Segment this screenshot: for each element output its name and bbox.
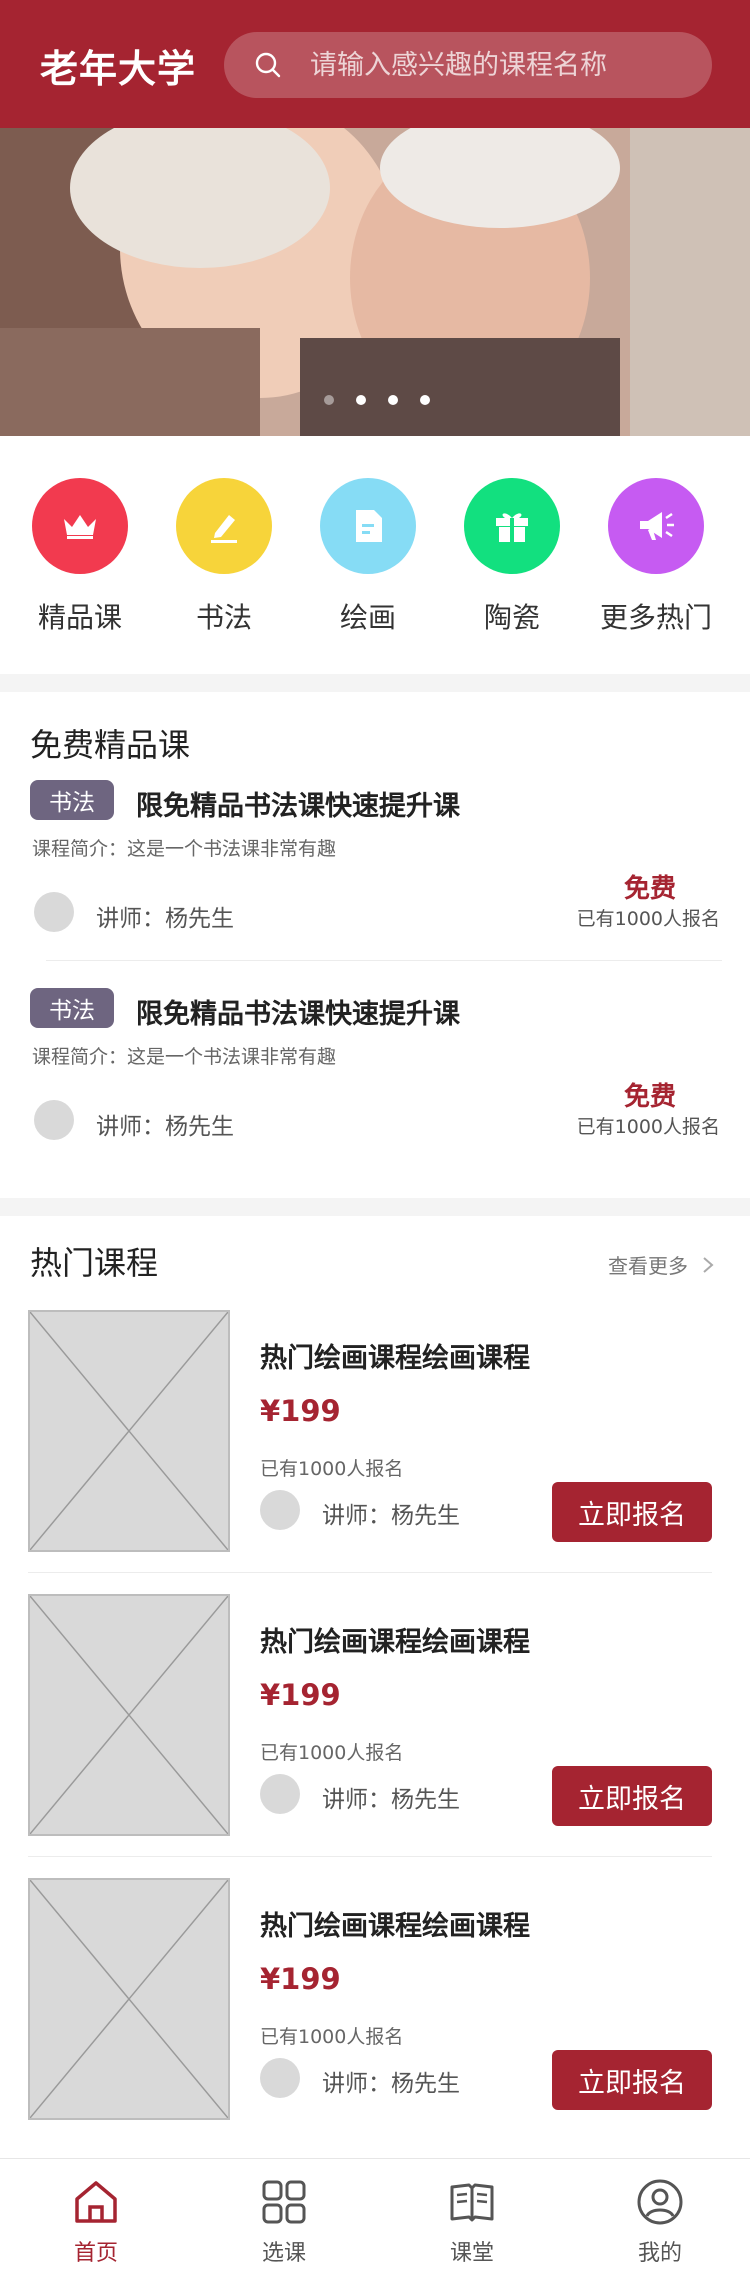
category-circle — [608, 478, 704, 574]
avatar — [260, 1490, 300, 1530]
banner-carousel[interactable] — [0, 128, 750, 436]
enrolled-count: 已有1000人报名 — [260, 1742, 404, 1764]
tab-home[interactable]: 首页 — [36, 2177, 156, 2267]
free-course-item[interactable]: 书法 限免精品书法课快速提升课 课程简介：这是一个书法课非常有趣 讲师：杨先生 … — [0, 780, 750, 980]
app-logo: 老年大学 — [40, 47, 197, 91]
carousel-dot[interactable] — [388, 395, 398, 405]
course-thumbnail-placeholder[interactable] — [28, 1310, 230, 1552]
course-title[interactable]: 限免精品书法课快速提升课 — [136, 784, 460, 823]
course-title[interactable]: 限免精品书法课快速提升课 — [136, 992, 460, 1031]
teacher-name: 讲师：杨先生 — [96, 906, 234, 932]
category-more[interactable]: 更多热门 — [584, 478, 728, 636]
tab-label: 选课 — [261, 2241, 306, 2266]
enrolled-count: 已有1000人报名 — [576, 1116, 720, 1138]
megaphone-icon — [640, 512, 674, 540]
category-label: 精品课 — [37, 601, 122, 634]
carousel-dot[interactable] — [420, 395, 430, 405]
divider — [46, 960, 722, 961]
hot-course-item[interactable]: 热门绘画课程绘画课程 ¥199 已有1000人报名 讲师：杨先生 立即报名 — [0, 1594, 750, 1878]
category-label: 更多热门 — [599, 601, 712, 634]
user-icon — [637, 2179, 683, 2225]
category-painting[interactable]: 绘画 — [296, 478, 440, 636]
category-calligraphy[interactable]: 书法 — [152, 478, 296, 636]
view-more-link[interactable]: 查看更多 — [608, 1250, 714, 1279]
divider — [28, 1572, 712, 1573]
category-circle — [32, 478, 128, 574]
section-title: 免费精品课 — [30, 726, 191, 764]
enrolled-count: 已有1000人报名 — [260, 1458, 404, 1480]
course-thumbnail-placeholder[interactable] — [28, 1594, 230, 1836]
divider — [28, 1856, 712, 1857]
teacher-name: 讲师：杨先生 — [96, 1114, 234, 1140]
enroll-button[interactable]: 立即报名 — [552, 2050, 712, 2110]
course-title[interactable]: 热门绘画课程绘画课程 — [260, 1904, 530, 1943]
search-icon — [255, 52, 281, 78]
search-input[interactable] — [310, 32, 690, 98]
home-icon — [75, 2181, 117, 2223]
category-premium[interactable]: 精品课 — [8, 478, 152, 636]
category-label: 绘画 — [339, 601, 396, 634]
category-grid: 精品课 书法 绘画 陶瓷 更多热门 — [0, 436, 750, 674]
course-tag: 书法 — [30, 988, 114, 1028]
banner-photo — [0, 128, 750, 436]
tab-label: 首页 — [73, 2241, 118, 2266]
free-courses-section: 免费精品课 书法 限免精品书法课快速提升课 课程简介：这是一个书法课非常有趣 讲… — [0, 692, 750, 1198]
tab-label: 课堂 — [449, 2241, 494, 2266]
course-tag: 书法 — [30, 780, 114, 820]
bottom-tab-bar: 首页 选课 课堂 我的 — [0, 2158, 750, 2278]
chevron-right-icon — [703, 1256, 714, 1273]
free-course-item[interactable]: 书法 限免精品书法课快速提升课 课程简介：这是一个书法课非常有趣 讲师：杨先生 … — [0, 988, 750, 1188]
category-circle — [176, 478, 272, 574]
course-price: 免费 — [623, 1082, 676, 1112]
crown-icon — [64, 515, 96, 539]
carousel-dots — [324, 395, 430, 405]
category-label: 书法 — [195, 601, 252, 634]
section-divider — [0, 674, 750, 692]
course-title[interactable]: 热门绘画课程绘画课程 — [260, 1336, 530, 1375]
view-more-label: 查看更多 — [608, 1254, 688, 1278]
tab-classroom[interactable]: 课堂 — [412, 2177, 532, 2267]
book-icon — [450, 2183, 494, 2222]
enroll-button[interactable]: 立即报名 — [552, 1766, 712, 1826]
course-price: 免费 — [623, 874, 676, 904]
teacher-name: 讲师：杨先生 — [322, 1787, 460, 1813]
grid-icon — [262, 2180, 306, 2224]
category-circle — [320, 478, 416, 574]
gift-icon — [496, 513, 528, 542]
section-title: 热门课程 — [30, 1244, 159, 1282]
course-title[interactable]: 热门绘画课程绘画课程 — [260, 1620, 530, 1659]
search-bar[interactable] — [224, 32, 712, 98]
avatar — [260, 2058, 300, 2098]
section-divider — [0, 1198, 750, 1216]
enrolled-count: 已有1000人报名 — [576, 908, 720, 930]
document-icon — [356, 510, 382, 542]
hot-course-item[interactable]: 热门绘画课程绘画课程 ¥199 已有1000人报名 讲师：杨先生 立即报名 — [0, 1878, 750, 2162]
avatar — [260, 1774, 300, 1814]
teacher-name: 讲师：杨先生 — [322, 2071, 460, 2097]
category-ceramics[interactable]: 陶瓷 — [440, 478, 584, 636]
avatar — [34, 892, 74, 932]
course-price: ¥199 — [260, 1678, 341, 1712]
carousel-dot[interactable] — [324, 395, 334, 405]
tab-courses[interactable]: 选课 — [224, 2177, 344, 2267]
course-desc: 课程简介：这是一个书法课非常有趣 — [32, 838, 337, 860]
hot-courses-section: 热门课程 查看更多 热门绘画课程绘画课程 ¥199 已有1000人报名 讲师：杨… — [0, 1216, 750, 2158]
course-thumbnail-placeholder[interactable] — [28, 1878, 230, 2120]
category-circle — [464, 478, 560, 574]
tab-profile[interactable]: 我的 — [600, 2177, 720, 2267]
category-label: 陶瓷 — [483, 601, 540, 634]
course-price: ¥199 — [260, 1962, 341, 1996]
carousel-dot-active[interactable] — [356, 395, 366, 405]
pen-icon — [211, 515, 237, 543]
hot-course-item[interactable]: 热门绘画课程绘画课程 ¥199 已有1000人报名 讲师：杨先生 立即报名 — [0, 1310, 750, 1594]
avatar — [34, 1100, 74, 1140]
enroll-button[interactable]: 立即报名 — [552, 1482, 712, 1542]
enrolled-count: 已有1000人报名 — [260, 2026, 404, 2048]
course-price: ¥199 — [260, 1394, 341, 1428]
app-header: 老年大学 — [0, 0, 750, 128]
course-desc: 课程简介：这是一个书法课非常有趣 — [32, 1046, 337, 1068]
teacher-name: 讲师：杨先生 — [322, 1503, 460, 1529]
tab-label: 我的 — [637, 2241, 682, 2266]
